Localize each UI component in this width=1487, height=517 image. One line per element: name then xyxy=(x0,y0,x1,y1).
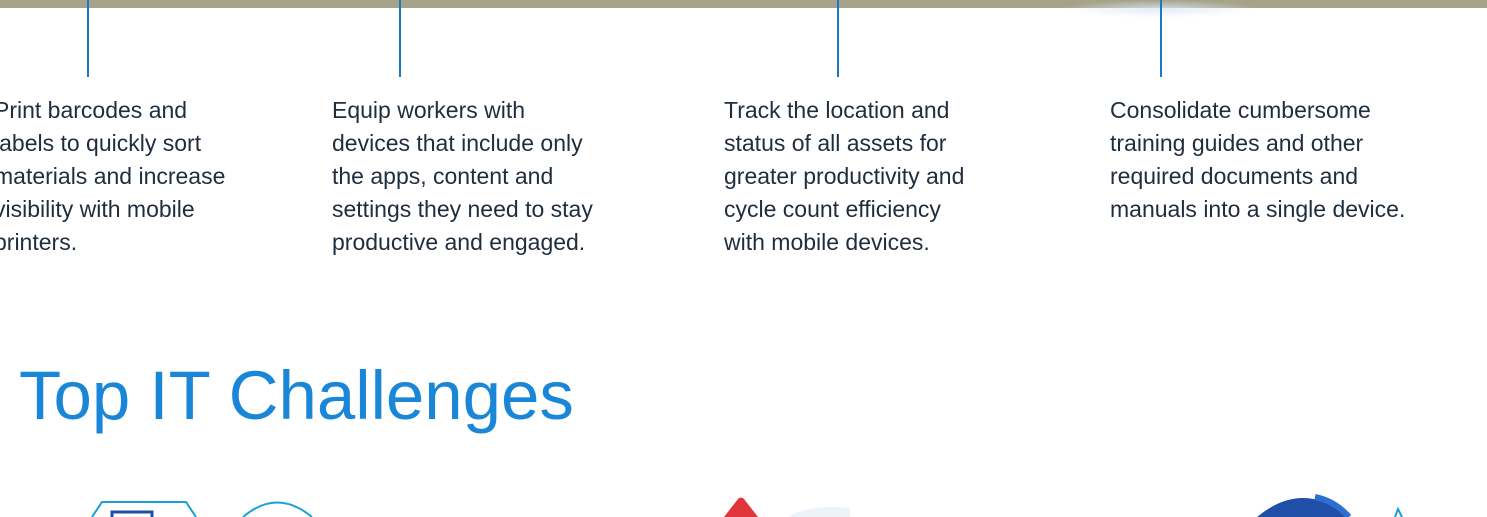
tablet-outline-icon xyxy=(91,501,197,517)
feature-description-asset-tracking: Track the location and status of all ass… xyxy=(724,97,965,255)
connector-line-1 xyxy=(87,0,89,77)
feature-description-documents: Consolidate cumbersome training guides a… xyxy=(1110,97,1406,222)
connector-line-2 xyxy=(399,0,401,77)
blue-globe-icon xyxy=(1257,494,1403,517)
top-color-band xyxy=(0,0,1487,8)
section-title: Top IT Challenges xyxy=(19,357,574,434)
feature-description-printing: Print barcodes and labels to quickly sor… xyxy=(0,97,226,255)
connector-line-4 xyxy=(1160,0,1162,77)
circle-outline-icon xyxy=(242,501,313,517)
connector-line-3 xyxy=(837,0,839,77)
red-warning-icon xyxy=(724,497,850,517)
feature-description-devices: Equip workers with devices that include … xyxy=(332,97,593,255)
